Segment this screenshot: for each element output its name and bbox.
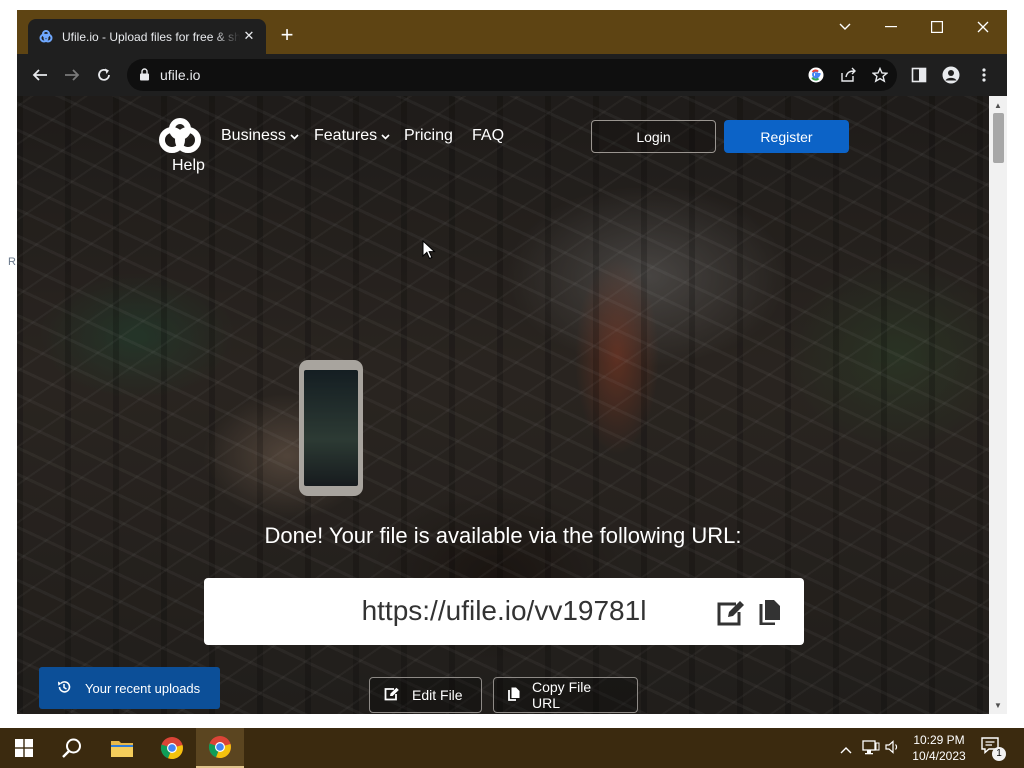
address-bar[interactable]: ufile.io — [127, 59, 897, 91]
chevron-down-icon — [381, 132, 390, 143]
back-button[interactable] — [26, 61, 54, 89]
reload-button[interactable] — [90, 61, 118, 89]
message-prefix: Done! Your file is available via — [264, 523, 563, 548]
show-hidden-icons-chevron-icon[interactable] — [840, 741, 852, 759]
copy-icon — [508, 687, 520, 704]
search-icon — [62, 738, 81, 758]
edit-icon[interactable] — [716, 600, 746, 631]
nav-business[interactable]: Business — [221, 127, 299, 145]
recent-uploads-label: Your recent uploads — [85, 680, 201, 696]
chrome-icon — [160, 737, 183, 760]
copy-file-url-button[interactable]: Copy File URL — [493, 677, 638, 713]
tab-title: Ufile.io - Upload files for free & share — [62, 29, 240, 44]
folder-icon — [111, 741, 133, 757]
windows-taskbar: 10:29 PM 10/4/2023 1 — [0, 728, 1024, 768]
register-button[interactable]: Register — [724, 120, 849, 153]
chrome-menu-icon[interactable] — [973, 64, 995, 86]
chrome-active-taskbar-button[interactable] — [196, 728, 244, 768]
copy-icon[interactable] — [759, 599, 781, 630]
help-link[interactable]: Help — [172, 157, 205, 175]
nav-features-label: Features — [314, 127, 378, 144]
ufile-favicon-icon — [38, 29, 54, 45]
message-suffix: : — [735, 523, 742, 548]
site-navigation: Help Business Features Pricing FAQ Login… — [17, 96, 989, 186]
tab-close-icon[interactable]: ✕ — [240, 27, 258, 45]
scroll-down-arrow-icon[interactable]: ▼ — [993, 700, 1003, 710]
forward-button[interactable] — [58, 61, 86, 89]
clock-time: 10:29 PM — [913, 733, 965, 747]
network-icon[interactable] — [862, 739, 880, 760]
page-viewport: Help Business Features Pricing FAQ Login… — [17, 96, 989, 714]
lock-icon[interactable] — [139, 68, 150, 86]
new-tab-button[interactable]: + — [275, 24, 299, 48]
start-button[interactable] — [0, 728, 48, 768]
windows-logo-icon — [15, 739, 33, 757]
history-icon — [57, 680, 71, 697]
file-url-text[interactable]: https://ufile.io/vv19781l — [204, 595, 804, 627]
nav-pricing-label: Pricing — [404, 127, 453, 144]
clock-date: 10/4/2023 — [912, 749, 966, 763]
ufile-logo-icon[interactable] — [156, 118, 206, 156]
edit-file-button[interactable]: Edit File — [369, 677, 482, 713]
chevron-down-icon — [290, 132, 299, 143]
tab-strip: Ufile.io - Upload files for free & share… — [17, 10, 1007, 54]
nav-business-label: Business — [221, 127, 286, 144]
maximize-button[interactable] — [914, 12, 960, 42]
tab-search-chevron-icon[interactable] — [822, 12, 868, 42]
edit-file-label: Edit File — [412, 687, 463, 703]
desktop-edge-glyph: R — [8, 256, 16, 268]
browser-toolbar: ufile.io — [17, 54, 1007, 96]
google-lens-icon[interactable] — [806, 65, 826, 85]
file-explorer-button[interactable] — [98, 728, 146, 768]
nav-faq-label: FAQ — [472, 127, 505, 144]
nav-features[interactable]: Features — [314, 127, 390, 145]
nav-pricing[interactable]: Pricing — [404, 127, 453, 145]
nav-faq[interactable]: FAQ — [472, 127, 504, 145]
bookmark-star-icon[interactable] — [870, 65, 890, 85]
chrome-icon — [208, 736, 231, 759]
scroll-up-arrow-icon[interactable]: ▲ — [993, 100, 1003, 110]
share-icon[interactable] — [838, 65, 858, 85]
side-panel-icon[interactable] — [908, 64, 930, 86]
message-highlight: the following URL — [562, 523, 736, 548]
tab-ufile[interactable]: Ufile.io - Upload files for free & share… — [28, 19, 266, 54]
file-url-box: https://ufile.io/vv19781l — [204, 578, 804, 645]
system-clock[interactable]: 10:29 PM 10/4/2023 — [906, 732, 972, 764]
volume-icon[interactable] — [885, 739, 901, 760]
action-center-button[interactable]: 1 — [980, 736, 1010, 762]
close-window-button[interactable] — [960, 12, 1006, 42]
notification-count-badge: 1 — [992, 747, 1006, 761]
profile-icon[interactable] — [940, 64, 962, 86]
chrome-taskbar-button[interactable] — [148, 728, 196, 768]
login-button[interactable]: Login — [591, 120, 716, 153]
recent-uploads-button[interactable]: Your recent uploads — [39, 667, 220, 709]
edit-icon — [384, 687, 400, 704]
chrome-window: Ufile.io - Upload files for free & share… — [17, 10, 1007, 714]
copy-file-url-label: Copy File URL — [532, 679, 592, 711]
scroll-thumb[interactable] — [993, 113, 1004, 163]
page-scrollbar[interactable]: ▲ ▼ — [989, 96, 1007, 714]
url-text: ufile.io — [160, 67, 201, 83]
search-button[interactable] — [48, 728, 96, 768]
upload-complete-message: Done! Your file is available via the fol… — [17, 523, 989, 549]
mouse-cursor-icon — [422, 239, 436, 265]
minimize-button[interactable] — [868, 12, 914, 42]
